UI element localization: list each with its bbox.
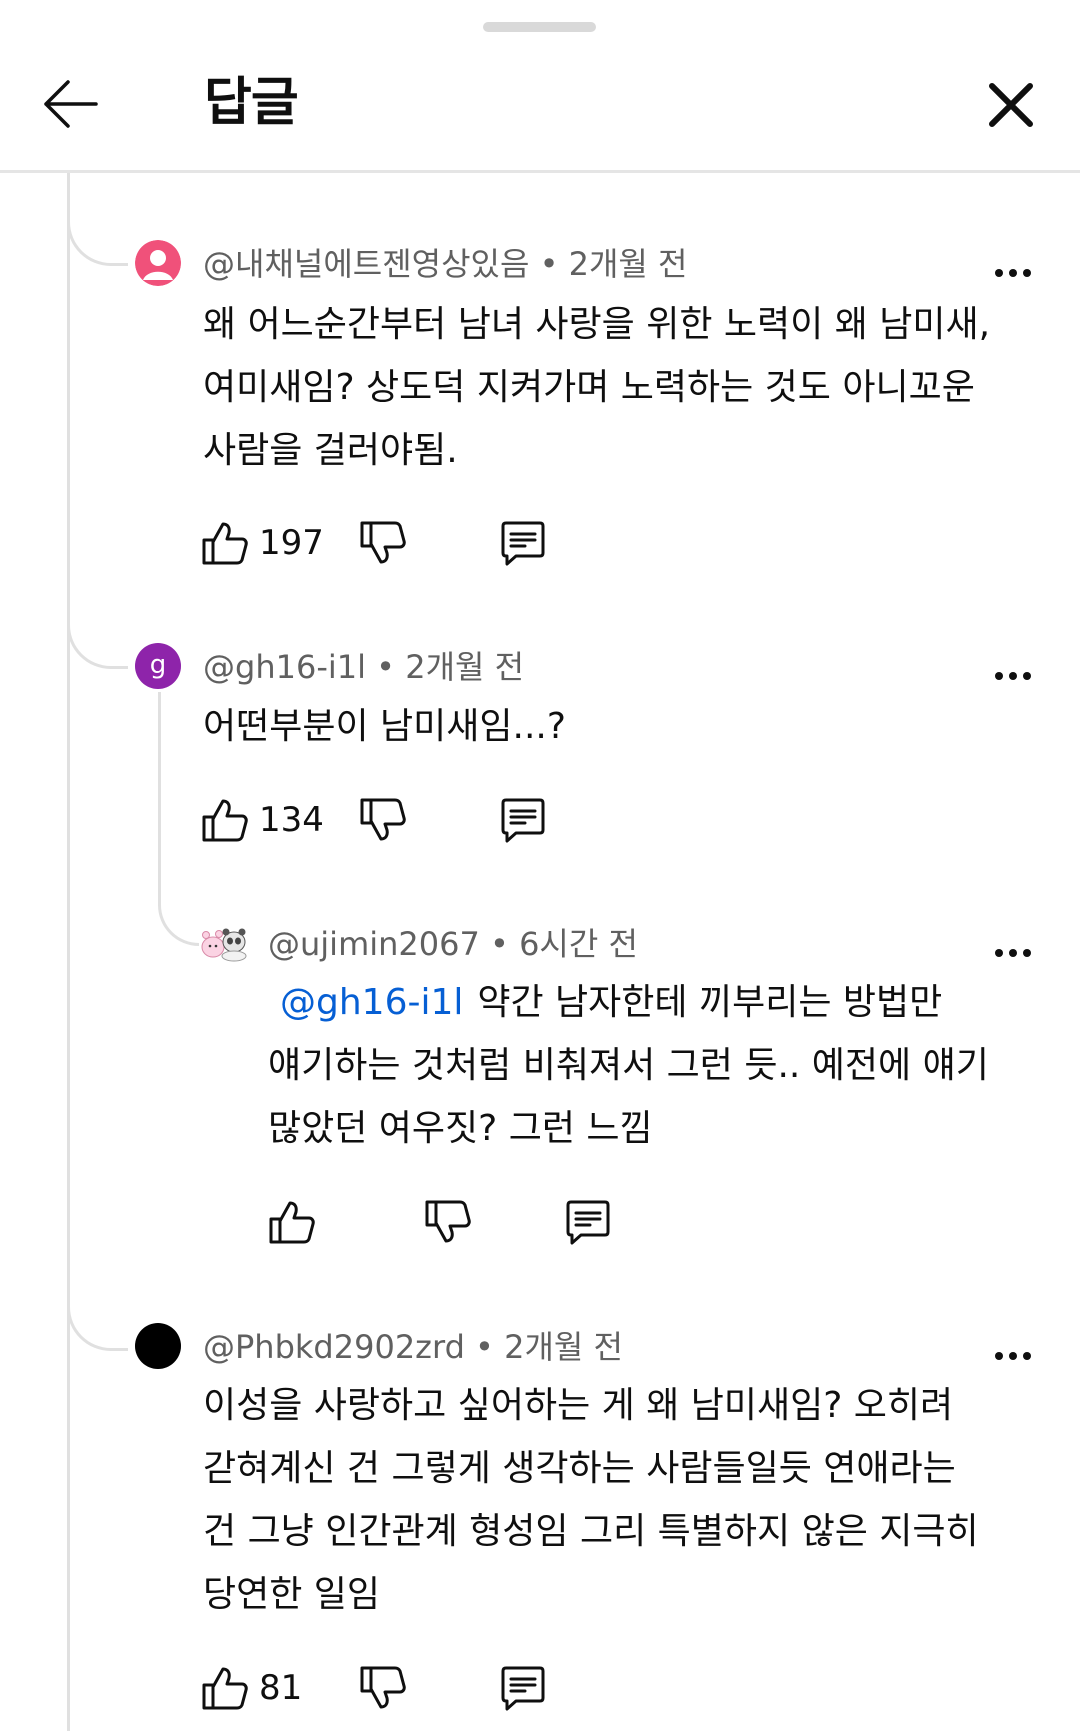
comment-meta: @ujimin2067 • 6시간 전 xyxy=(268,924,638,964)
meta-separator: • xyxy=(539,245,559,283)
comment-text-line: 많았던 여우짓? 그런 느낌 xyxy=(268,1108,653,1149)
page-title: 답글 xyxy=(204,73,299,133)
thread-line xyxy=(67,173,70,1731)
comment-meta: @Phbkd2902zrd • 2개월 전 xyxy=(203,1327,623,1367)
like-count: 197 xyxy=(259,523,324,563)
comment-text-line: 어떤부분이 남미새임...? xyxy=(203,706,566,747)
comment-time[interactable]: 2개월 전 xyxy=(504,1328,623,1366)
like-icon[interactable] xyxy=(267,1197,317,1247)
comment-text: @gh16-i1l 약간 남자한테 끼부리는 방법만 얘기하는 것처럼 비춰져서 … xyxy=(268,971,989,1160)
avatar[interactable]: g xyxy=(135,643,181,689)
thread-connector xyxy=(67,173,128,266)
cartoon-avatar-icon xyxy=(201,928,247,962)
avatar-letter: g xyxy=(149,650,167,680)
dislike-icon[interactable] xyxy=(358,518,408,568)
comment-text-line: 당연한 일임 xyxy=(203,1574,381,1615)
comment-text-line: 갇혀계신 건 그렇게 생각하는 사람들일듯 연애라는 xyxy=(203,1448,956,1489)
comment-text: 이성을 사랑하고 싶어하는 게 왜 남미새임? 오히려 갇혀계신 건 그렇게 생… xyxy=(203,1374,979,1626)
comment-text-line: 이성을 사랑하고 싶어하는 게 왜 남미새임? 오히려 xyxy=(203,1385,954,1426)
reply-icon[interactable] xyxy=(498,795,548,845)
comment-time[interactable]: 2개월 전 xyxy=(569,245,688,283)
mention-link[interactable]: @gh16-i1l xyxy=(280,982,463,1023)
reply-icon[interactable] xyxy=(498,1663,548,1713)
thread-connector xyxy=(67,590,128,669)
reply-icon[interactable] xyxy=(498,518,548,568)
comment-time[interactable]: 6시간 전 xyxy=(519,925,638,963)
comment-text: 어떤부분이 남미새임...? xyxy=(203,695,566,758)
comment-author[interactable]: @ujimin2067 xyxy=(268,925,480,963)
dislike-icon[interactable] xyxy=(358,1663,408,1713)
header: 답글 xyxy=(0,40,1080,170)
like-icon[interactable] xyxy=(200,795,250,845)
dislike-icon[interactable] xyxy=(358,795,408,845)
drag-handle[interactable] xyxy=(483,22,596,32)
comment-text-span: 약간 남자한테 끼부리는 방법만 xyxy=(477,982,943,1023)
more-options-icon[interactable] xyxy=(993,1349,1033,1363)
reply-thread-line xyxy=(158,692,161,892)
more-options-icon[interactable] xyxy=(993,266,1033,280)
thread-connector xyxy=(67,1270,128,1351)
person-icon xyxy=(135,240,181,286)
like-count: 134 xyxy=(259,800,324,840)
avatar[interactable] xyxy=(135,1323,181,1369)
comment-text-line: 여미새임? 상도덕 지켜가며 노력하는 것도 아니꼬운 xyxy=(203,367,975,408)
comment-text-line: 사람을 걸러야됨. xyxy=(203,430,458,471)
comment-meta: @내채널에트젠영상있음 • 2개월 전 xyxy=(203,244,687,284)
like-icon[interactable] xyxy=(200,518,250,568)
meta-separator: • xyxy=(490,925,509,963)
more-options-icon[interactable] xyxy=(993,946,1033,960)
comment-time[interactable]: 2개월 전 xyxy=(405,648,524,686)
more-options-icon[interactable] xyxy=(993,669,1033,683)
like-count: 81 xyxy=(259,1668,303,1708)
comment-text-line: @gh16-i1l 약간 남자한테 끼부리는 방법만 xyxy=(268,971,989,1034)
comment-author[interactable]: @내채널에트젠영상있음 xyxy=(203,245,529,283)
dislike-icon[interactable] xyxy=(423,1197,473,1247)
meta-separator: • xyxy=(376,648,396,686)
comment-text-line: 얘기하는 것처럼 비춰져서 그런 듯.. 예전에 얘기 xyxy=(268,1045,989,1086)
comment-author[interactable]: @gh16-i1l xyxy=(203,648,366,686)
back-arrow-icon[interactable] xyxy=(38,72,102,136)
close-icon[interactable] xyxy=(982,76,1040,134)
avatar[interactable] xyxy=(135,240,181,286)
comment-text-line: 건 그냥 인간관계 형성임 그리 특별하지 않은 지극히 xyxy=(203,1511,979,1552)
comment-meta: @gh16-i1l • 2개월 전 xyxy=(203,647,524,687)
thread-connector xyxy=(158,880,199,946)
meta-separator: • xyxy=(475,1328,494,1366)
like-icon[interactable] xyxy=(200,1663,250,1713)
reply-icon[interactable] xyxy=(563,1197,613,1247)
comment-author[interactable]: @Phbkd2902zrd xyxy=(203,1328,465,1366)
header-divider xyxy=(0,170,1080,173)
avatar[interactable] xyxy=(200,922,248,962)
comment-text: 왜 어느순간부터 남녀 사랑을 위한 노력이 왜 남미새, 여미새임? 상도덕 … xyxy=(203,293,990,482)
replies-sheet: 답글 @내채널에트젠영상있음 • 2개월 전 왜 어느순간부터 남녀 사랑을 위… xyxy=(0,0,1080,1731)
comment-text-line: 왜 어느순간부터 남녀 사랑을 위한 노력이 왜 남미새, xyxy=(203,304,991,345)
